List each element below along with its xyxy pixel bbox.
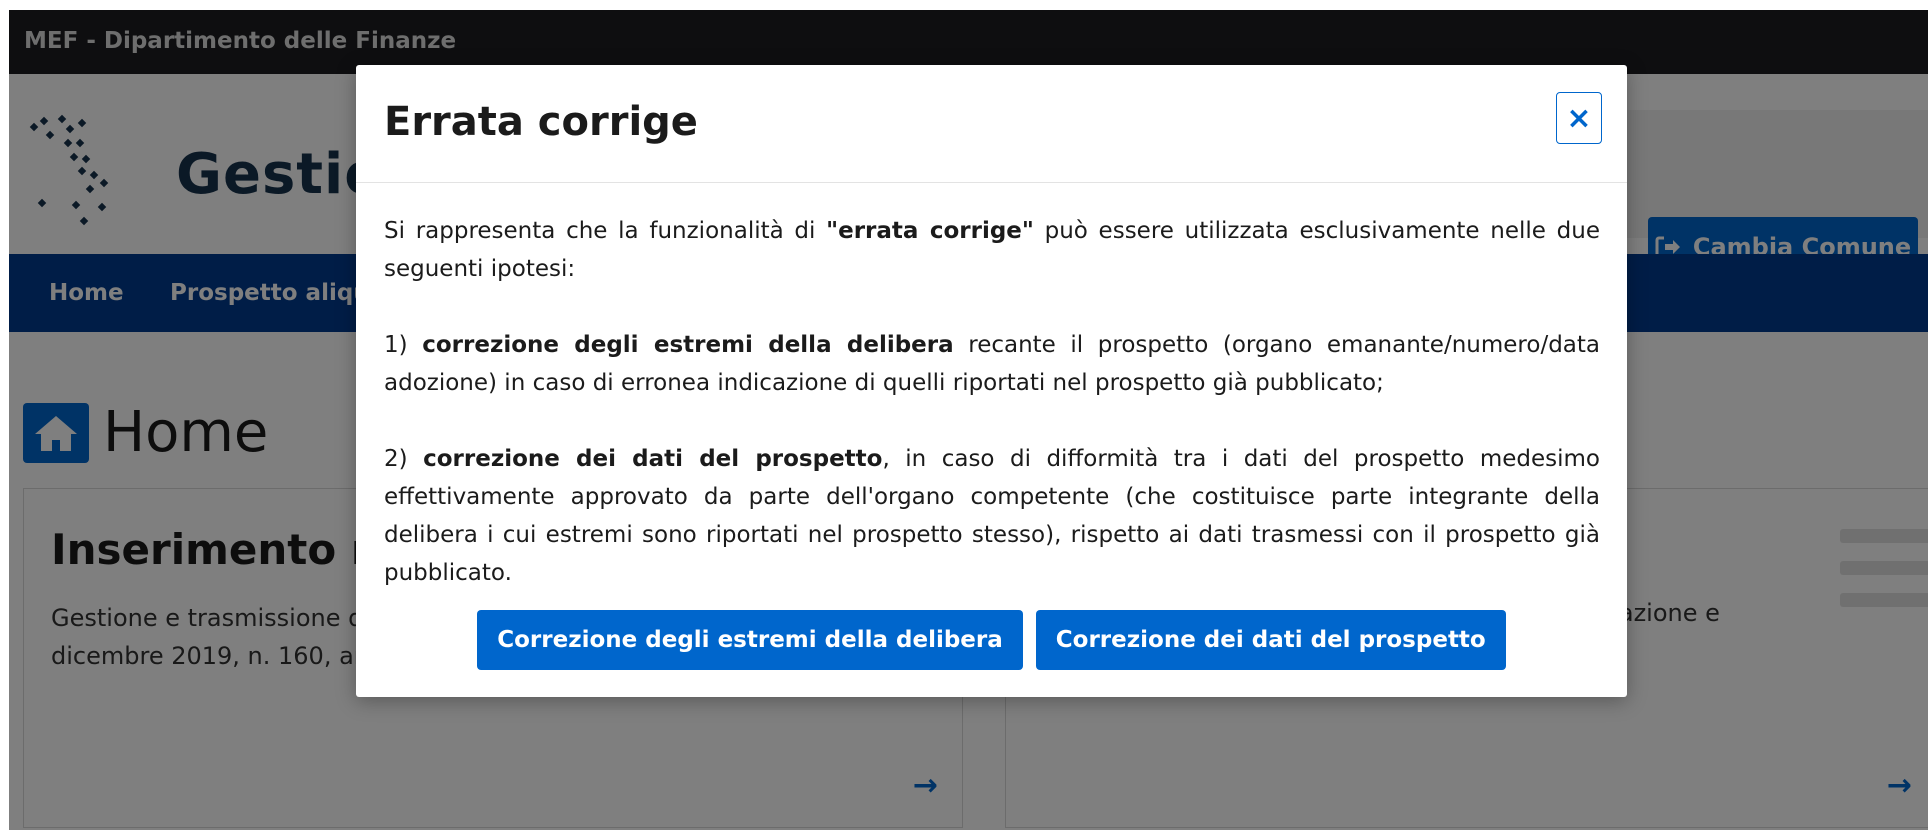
close-icon[interactable]: × — [1556, 92, 1602, 144]
correzione-dati-button[interactable]: Correzione dei dati del prospetto — [1035, 610, 1506, 670]
text: Si rappresenta che la funzionalità di — [384, 218, 827, 244]
modal-title: Errata corrige — [384, 99, 698, 145]
text: 1) — [384, 332, 423, 358]
correzione-estremi-button[interactable]: Correzione degli estremi della delibera — [477, 610, 1023, 670]
text-bold: "errata corrige" — [826, 218, 1034, 244]
browser-viewport: MEF - Dipartimento delle Finanze — [9, 10, 1928, 830]
modal-body: Si rappresenta che la funzionalità di "e… — [384, 212, 1600, 592]
modal-paragraph-intro: Si rappresenta che la funzionalità di "e… — [384, 212, 1600, 288]
text-bold: correzione dei dati del prospetto — [423, 446, 883, 472]
modal-paragraph-1: 1) correzione degli estremi della delibe… — [384, 326, 1600, 402]
text-bold: correzione degli estremi della delibera — [422, 332, 954, 358]
text: 2) — [384, 446, 424, 472]
errata-corrige-modal: Errata corrige × Si rappresenta che la f… — [356, 65, 1627, 697]
modal-footer: Correzione degli estremi della delibera … — [356, 610, 1627, 670]
modal-header: Errata corrige × — [356, 65, 1627, 183]
modal-paragraph-2: 2) correzione dei dati del prospetto, in… — [384, 440, 1600, 592]
